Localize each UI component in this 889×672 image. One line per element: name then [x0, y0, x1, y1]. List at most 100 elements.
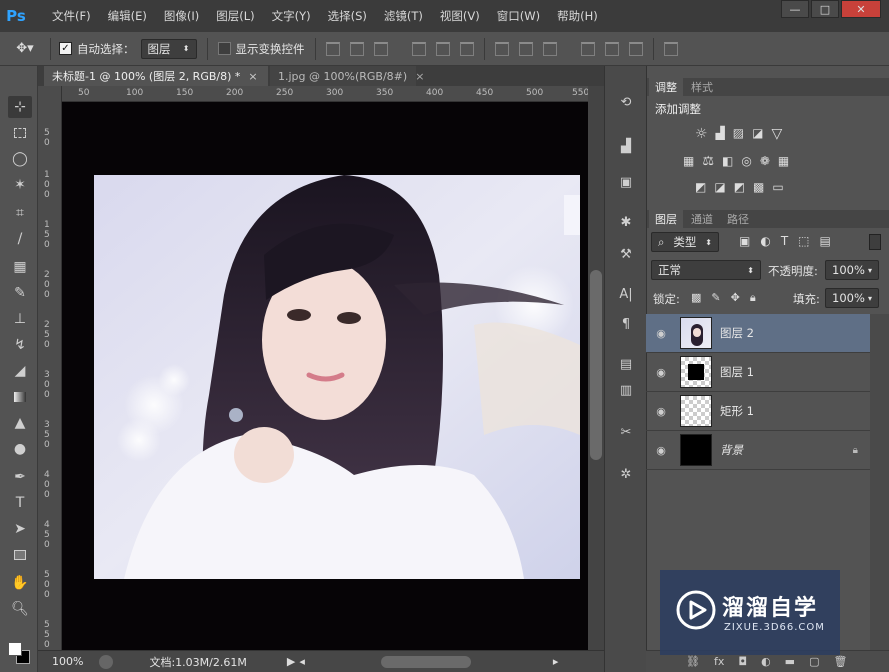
menu-filter[interactable]: 滤镜(T) — [384, 8, 423, 24]
auto-select-checkbox[interactable]: ✓ — [59, 42, 72, 55]
layer-row[interactable]: ◉ 背景 🔒︎ — [646, 431, 870, 470]
pen-tool-icon[interactable]: ✒ — [8, 466, 32, 488]
healing-brush-icon[interactable]: ▦ — [8, 256, 32, 278]
brightness-icon[interactable]: ☼ — [695, 126, 708, 142]
play-arrow-icon[interactable]: ▶ — [287, 655, 295, 668]
zoom-level[interactable]: 100% — [52, 655, 83, 668]
filter-type-icon[interactable]: T — [781, 234, 788, 248]
eye-icon[interactable]: ◉ — [646, 366, 676, 379]
hand-tool-icon[interactable]: ✋ — [8, 572, 32, 594]
layer-row[interactable]: ◉ 矩形 1 — [646, 392, 870, 431]
blur-tool-icon[interactable]: ▲ — [8, 412, 32, 434]
adjustment-layer-icon[interactable]: ◐ — [761, 655, 771, 668]
menu-image[interactable]: 图像(I) — [164, 8, 199, 24]
distribute-vcenter-icon[interactable] — [518, 41, 533, 56]
brush-presets-icon[interactable]: ✱ — [616, 212, 636, 232]
close-tab-icon[interactable]: × — [248, 70, 257, 83]
threshold-icon[interactable]: ◩ — [734, 180, 745, 194]
layer-row[interactable]: ◉ 图层 2 — [646, 314, 870, 353]
marquee-tool-icon[interactable] — [8, 122, 32, 144]
menu-file[interactable]: 文件(F) — [52, 8, 91, 24]
scroll-left-icon[interactable]: ◂ — [299, 655, 305, 668]
auto-select-dropdown[interactable]: 图层 ⬍ — [140, 38, 197, 59]
lasso-tool-icon[interactable]: ◯ — [8, 148, 32, 170]
distribute-hcenter-icon[interactable] — [604, 41, 619, 56]
eye-icon[interactable]: ◉ — [646, 327, 676, 340]
layer-row[interactable]: ◉ 图层 1 — [646, 353, 870, 392]
delete-layer-icon[interactable]: 🗑︎ — [833, 655, 847, 668]
filter-toggle[interactable] — [869, 234, 881, 250]
lock-position-icon[interactable]: ✥ — [731, 291, 740, 305]
exposure-icon[interactable]: ◪ — [752, 126, 763, 142]
clone-stamp-icon[interactable]: ⊥ — [8, 308, 32, 330]
filter-smart-icon[interactable]: ▤ — [820, 234, 831, 248]
status-icon[interactable] — [99, 654, 114, 669]
black-white-icon[interactable]: ◧ — [722, 154, 733, 169]
tab-layers[interactable]: 图层 — [649, 210, 683, 228]
lock-all-icon[interactable]: 🔒︎ — [750, 291, 756, 305]
menu-window[interactable]: 窗口(W) — [497, 8, 540, 24]
invert-icon[interactable]: ◩ — [695, 180, 706, 194]
filter-pixel-icon[interactable]: ▣ — [739, 234, 750, 248]
menu-select[interactable]: 选择(S) — [328, 8, 367, 24]
new-layer-icon[interactable]: ▢ — [809, 655, 819, 668]
path-select-icon[interactable]: ➤ — [8, 518, 32, 540]
distribute-bottom-icon[interactable] — [542, 41, 557, 56]
selective-color-icon[interactable]: ▩ — [753, 180, 764, 194]
align-vcenter-icon[interactable] — [349, 41, 364, 56]
color-lookup-icon[interactable]: ▦ — [778, 154, 789, 169]
eraser-tool-icon[interactable]: ◢ — [8, 360, 32, 382]
3d-icon[interactable]: ✲ — [616, 464, 636, 484]
paragraph-icon[interactable]: ¶ — [616, 314, 636, 334]
actions-icon[interactable]: ▥ — [616, 380, 636, 400]
history-icon[interactable]: ⟲ — [616, 92, 636, 112]
crop-tool-icon[interactable]: ⌗ — [8, 202, 32, 224]
gradient-tool-icon[interactable] — [8, 386, 32, 408]
fx-icon[interactable]: fx — [714, 655, 724, 668]
group-icon[interactable]: ▬ — [785, 655, 795, 668]
align-left-icon[interactable] — [411, 41, 426, 56]
blend-mode-dropdown[interactable]: 正常 ⬍ — [651, 260, 761, 280]
menu-help[interactable]: 帮助(H) — [557, 8, 598, 24]
dodge-tool-icon[interactable]: ● — [8, 438, 32, 460]
close-button[interactable]: ✕ — [841, 0, 881, 18]
tools-panel-icon[interactable]: ✂ — [616, 422, 636, 442]
tab-styles[interactable]: 样式 — [685, 78, 719, 96]
opacity-field[interactable]: 100% ▾ — [825, 260, 879, 280]
align-hcenter-icon[interactable] — [435, 41, 450, 56]
lock-pixels-icon[interactable]: ✎ — [711, 291, 720, 305]
eye-icon[interactable]: ◉ — [646, 405, 676, 418]
tab-untitled[interactable]: 未标题-1 @ 100% (图层 2, RGB/8) * × — [44, 66, 268, 86]
move-tool-preset-icon[interactable]: ✥▾ — [8, 41, 42, 56]
align-top-icon[interactable] — [325, 41, 340, 56]
scroll-right-icon[interactable]: ▸ — [553, 655, 559, 668]
history-brush-icon[interactable]: ↯ — [8, 334, 32, 356]
maximize-button[interactable]: □ — [811, 0, 839, 18]
posterize-icon[interactable]: ◪ — [714, 180, 725, 194]
close-tab-icon[interactable]: × — [415, 70, 424, 83]
color-balance-icon[interactable]: ⚖ — [702, 154, 714, 169]
layer-photo-portrait[interactable] — [94, 175, 580, 579]
horizontal-scrollbar-thumb[interactable] — [380, 655, 471, 668]
layers-scrollbar[interactable] — [870, 314, 889, 650]
tab-channels[interactable]: 通道 — [685, 210, 719, 228]
distribute-right-icon[interactable] — [628, 41, 643, 56]
minimize-button[interactable]: — — [781, 0, 809, 18]
channel-mixer-icon[interactable]: ❁ — [760, 154, 770, 169]
magic-wand-icon[interactable]: ✶ — [8, 174, 32, 196]
vibrance-icon[interactable]: ▽ — [771, 126, 782, 142]
mask-icon[interactable]: ◘ — [738, 655, 747, 668]
distribute-top-icon[interactable] — [494, 41, 509, 56]
character-icon[interactable]: A| — [616, 284, 636, 304]
link-layers-icon[interactable]: ⛓ — [686, 655, 700, 668]
notes-icon[interactable]: ▤ — [616, 354, 636, 374]
tab-adjustments[interactable]: 调整 — [649, 78, 683, 96]
distribute-left-icon[interactable] — [580, 41, 595, 56]
auto-align-icon[interactable] — [663, 41, 678, 56]
levels-icon[interactable]: ▟ — [716, 126, 725, 142]
align-bottom-icon[interactable] — [373, 41, 388, 56]
filter-adjustment-icon[interactable]: ◐ — [760, 234, 770, 248]
show-transform-checkbox[interactable] — [217, 42, 231, 55]
move-tool-icon[interactable]: ⊹ — [8, 96, 32, 118]
tab-1jpg[interactable]: 1.jpg @ 100%(RGB/8#) × — [270, 66, 424, 86]
